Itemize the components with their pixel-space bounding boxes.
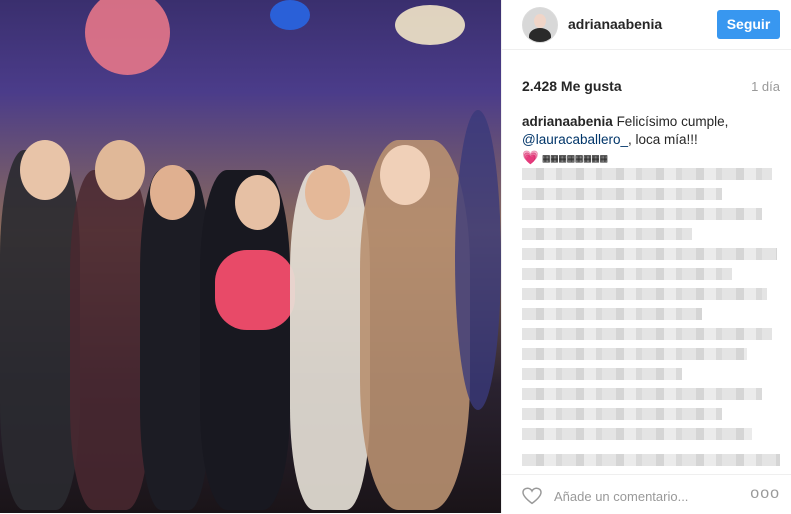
post-header: adrianaabenia Seguir: [502, 0, 791, 50]
heart-icon[interactable]: [522, 487, 542, 505]
caption-text-2: , loca mía!!!: [628, 132, 698, 147]
username-link[interactable]: adrianaabenia: [568, 16, 662, 32]
pink-heart-emoji: 💗: [522, 150, 539, 165]
caption-emoji-boxes: ▦▦▦▦▦▦▦▦: [542, 151, 609, 165]
blurred-comments: [522, 164, 782, 474]
caption-mention[interactable]: @lauracaballero_: [522, 132, 628, 147]
caption-username[interactable]: adrianaabenia: [522, 114, 613, 129]
post-photo[interactable]: [0, 0, 501, 513]
post-sidebar: adrianaabenia Seguir 2.428 Me gusta 1 dí…: [501, 0, 791, 513]
post-time[interactable]: 1 día: [751, 79, 780, 94]
comment-bar: Añade un comentario... ooo: [502, 474, 791, 514]
caption: adrianaabenia Felicísimo cumple, @laurac…: [522, 113, 772, 167]
comment-input[interactable]: Añade un comentario...: [554, 489, 688, 504]
more-options-icon[interactable]: ooo: [750, 485, 780, 503]
likes-count[interactable]: 2.428 Me gusta: [522, 78, 622, 94]
follow-button[interactable]: Seguir: [717, 10, 780, 39]
caption-text: Felicísimo cumple,: [616, 114, 729, 129]
avatar[interactable]: [522, 7, 558, 43]
